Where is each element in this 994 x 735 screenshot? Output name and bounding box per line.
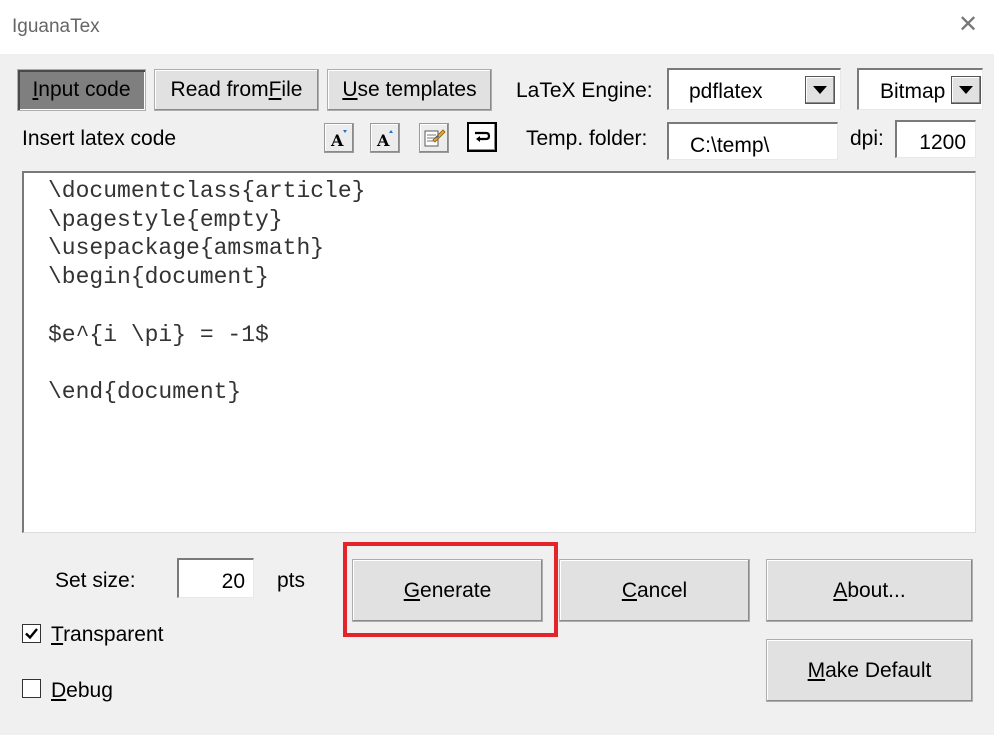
font-decrease-icon[interactable]: A xyxy=(324,123,354,153)
size-input[interactable]: 20 xyxy=(177,558,254,598)
set-size-label: Set size: xyxy=(55,569,136,592)
window-title: IguanaTex xyxy=(12,16,100,37)
close-icon[interactable]: ✕ xyxy=(955,10,981,40)
input-code-button[interactable]: Input code xyxy=(17,69,146,111)
chevron-down-icon[interactable] xyxy=(805,76,835,104)
make-default-button[interactable]: Make Default xyxy=(766,639,973,702)
transparent-checkbox[interactable] xyxy=(22,624,41,643)
temp-folder-input[interactable]: C:\temp\ xyxy=(667,122,838,160)
transparent-label[interactable]: Transparent xyxy=(51,623,163,647)
svg-text:A: A xyxy=(330,131,344,149)
title-bar: IguanaTex ✕ xyxy=(0,0,994,54)
chevron-down-icon[interactable] xyxy=(951,76,981,104)
read-from-file-button[interactable]: Read from File xyxy=(154,69,319,111)
checkmark-icon xyxy=(25,628,38,640)
dpi-label: dpi: xyxy=(850,127,884,150)
dpi-input[interactable]: 1200 xyxy=(895,120,976,158)
cancel-button[interactable]: Cancel xyxy=(559,559,750,622)
temp-folder-value: C:\temp\ xyxy=(690,134,770,157)
size-value: 20 xyxy=(221,570,245,593)
latex-engine-label: LaTeX Engine: xyxy=(516,79,653,102)
temp-folder-label: Temp. folder: xyxy=(526,127,648,150)
word-wrap-icon[interactable] xyxy=(467,122,497,152)
insert-snippet-icon[interactable] xyxy=(419,123,449,153)
about-button[interactable]: About... xyxy=(766,559,973,622)
latex-code-editor[interactable]: \documentclass{article} \pagestyle{empty… xyxy=(22,171,976,533)
size-unit-label: pts xyxy=(277,569,306,592)
debug-checkbox[interactable] xyxy=(22,679,41,698)
debug-label[interactable]: Debug xyxy=(51,679,113,703)
svg-text:A: A xyxy=(376,131,390,149)
latex-engine-select[interactable]: pdflatex xyxy=(667,68,841,110)
output-type-value: Bitmap xyxy=(880,80,946,103)
dpi-value: 1200 xyxy=(919,131,966,154)
generate-button[interactable]: Generate xyxy=(352,559,543,622)
insert-code-label: Insert latex code xyxy=(22,127,177,150)
font-increase-icon[interactable]: A xyxy=(370,123,400,153)
output-type-select[interactable]: Bitmap xyxy=(857,68,983,110)
use-templates-button[interactable]: Use templates xyxy=(327,69,492,111)
latex-engine-value: pdflatex xyxy=(689,80,763,103)
